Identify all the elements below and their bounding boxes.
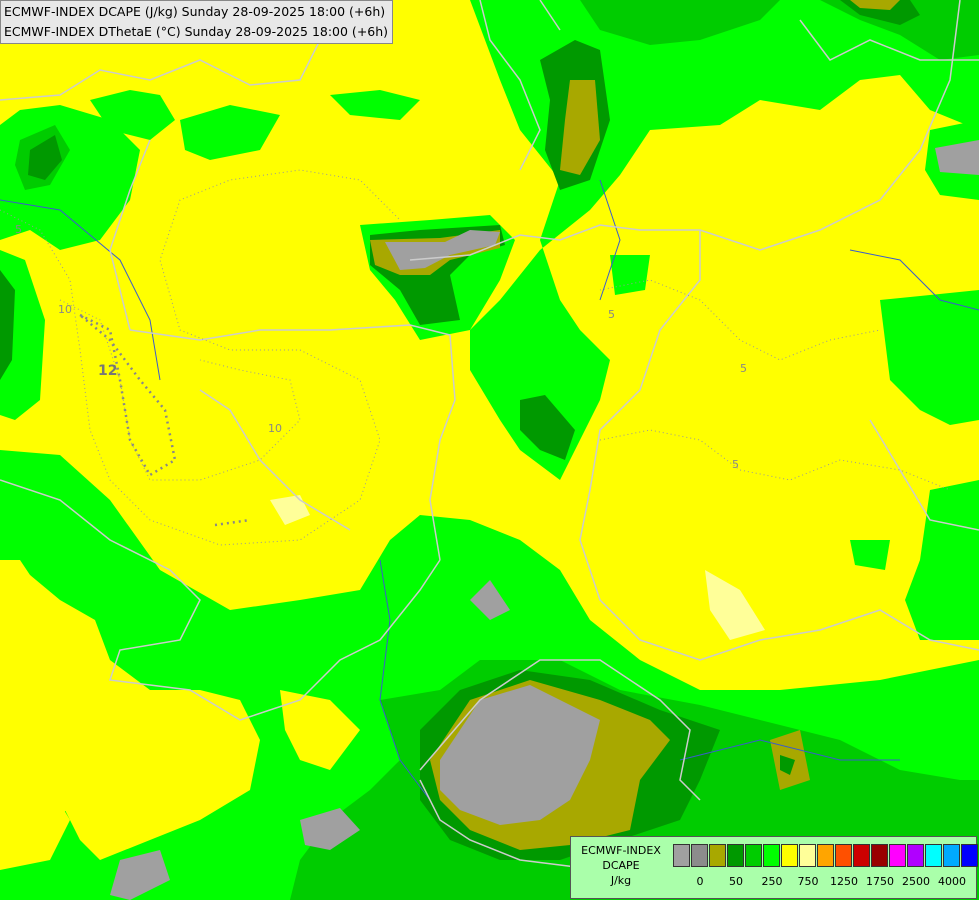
legend-tick-label: 1750	[866, 875, 894, 888]
legend-swatch	[943, 844, 960, 867]
contour-label: 12	[98, 363, 117, 379]
legend-swatch	[925, 844, 942, 867]
legend-swatch	[853, 844, 870, 867]
map-title-box: ECMWF-INDEX DCAPE (J/kg) Sunday 28-09-20…	[0, 0, 394, 44]
legend-swatches	[673, 844, 979, 867]
legend-swatch	[781, 844, 798, 867]
contour-label: 10	[58, 303, 72, 316]
legend-param: DCAPE	[602, 859, 640, 872]
legend-tick-label: 2500	[902, 875, 930, 888]
title-line-dcape: ECMWF-INDEX DCAPE (J/kg) Sunday 28-09-20…	[4, 4, 386, 19]
dcape-map: 5 10 12 10 5 5 5	[0, 0, 979, 900]
legend-swatch	[871, 844, 888, 867]
contour-label: 5	[608, 308, 615, 321]
color-legend: ECMWF-INDEX DCAPE J/kg 0 50 250 750 1250 1750…	[570, 836, 979, 899]
legend-swatch	[835, 844, 852, 867]
dcape-area-green	[610, 255, 650, 295]
legend-ticks: 0 50 250 750 1250 1750 2500 4000	[673, 875, 969, 889]
legend-swatch	[817, 844, 834, 867]
legend-swatch	[961, 844, 978, 867]
legend-tick-label: 250	[761, 875, 783, 888]
legend-tick-label: 0	[696, 875, 704, 888]
legend-swatch	[691, 844, 708, 867]
legend-swatch	[889, 844, 906, 867]
legend-swatch	[763, 844, 780, 867]
legend-unit: J/kg	[610, 874, 632, 887]
legend-swatch	[745, 844, 762, 867]
legend-tick-label: 50	[729, 875, 743, 888]
title-line-dthetae: ECMWF-INDEX DThetaE (°C) Sunday 28-09-20…	[4, 24, 389, 39]
legend-swatch	[799, 844, 816, 867]
legend-tick-label: 750	[797, 875, 819, 888]
contour-label: 5	[732, 458, 739, 471]
legend-labels: ECMWF-INDEX DCAPE J/kg	[575, 843, 667, 888]
legend-swatch	[727, 844, 744, 867]
contour-label: 5	[740, 362, 747, 375]
legend-swatch	[709, 844, 726, 867]
legend-tick-label: 1250	[830, 875, 858, 888]
contour-label: 10	[268, 422, 282, 435]
contour-label: 5	[15, 223, 22, 236]
legend-tick-label: 4000	[938, 875, 966, 888]
legend-source: ECMWF-INDEX	[581, 844, 661, 857]
legend-swatch	[907, 844, 924, 867]
legend-swatch	[673, 844, 690, 867]
